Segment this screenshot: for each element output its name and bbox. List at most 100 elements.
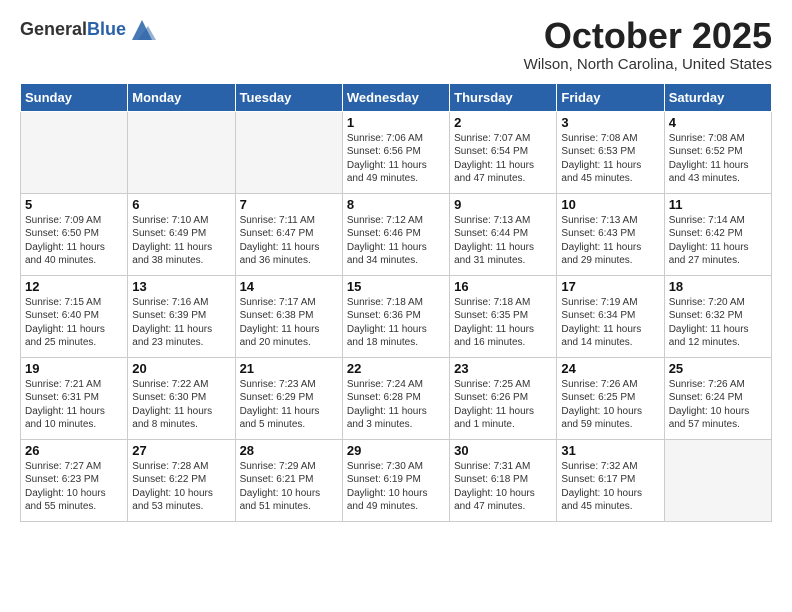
day-info: Sunrise: 7:16 AM Sunset: 6:39 PM Dayligh… [132, 296, 230, 350]
day-number: 5 [25, 197, 123, 212]
calendar-cell: 24 Sunrise: 7:26 AM Sunset: 6:25 PM Dayli… [557, 357, 664, 439]
weekday-header-monday: Monday [128, 83, 235, 111]
weekday-header-row: SundayMondayTuesdayWednesdayThursdayFrid… [21, 83, 772, 111]
day-info: Sunrise: 7:11 AM Sunset: 6:47 PM Dayligh… [240, 214, 338, 268]
calendar-cell: 3Sunrise: 7:08 AM Sunset: 6:53 PM Daylig… [557, 111, 664, 193]
day-info: Sunrise: 7:08 AM Sunset: 6:52 PM Dayligh… [669, 132, 767, 186]
month-title: October 2025 [524, 16, 772, 56]
day-number: 14 [240, 279, 338, 294]
day-number: 27 [132, 443, 230, 458]
day-number: 22 [347, 361, 445, 376]
calendar-cell: 21 Sunrise: 7:23 AM Sunset: 6:29 PM Dayli… [235, 357, 342, 439]
day-info: Sunrise: 7:18 AM Sunset: 6:36 PM Dayligh… [347, 296, 445, 350]
day-info: Sunrise: 7:30 AM Sunset: 6:19 PM Dayligh… [347, 460, 445, 514]
calendar-cell: 30Sunrise: 7:31 AM Sunset: 6:18 PM Dayli… [450, 439, 557, 521]
day-info: Sunrise: 7:24 AM Sunset: 6:28 PM Dayligh… [347, 378, 445, 432]
day-info: Sunrise: 7:23 AM Sunset: 6:29 PM Dayligh… [240, 378, 338, 432]
logo-text: GeneralBlue [20, 20, 126, 40]
logo-icon [128, 16, 156, 44]
day-number: 16 [454, 279, 552, 294]
day-info: Sunrise: 7:18 AM Sunset: 6:35 PM Dayligh… [454, 296, 552, 350]
day-number: 19 [25, 361, 123, 376]
calendar-cell [21, 111, 128, 193]
day-number: 21 [240, 361, 338, 376]
logo: GeneralBlue [20, 16, 156, 44]
day-number: 11 [669, 197, 767, 212]
day-info: Sunrise: 7:27 AM Sunset: 6:23 PM Dayligh… [25, 460, 123, 514]
calendar: SundayMondayTuesdayWednesdayThursdayFrid… [20, 83, 772, 522]
calendar-cell: 20 Sunrise: 7:22 AM Sunset: 6:30 PM Dayli… [128, 357, 235, 439]
day-number: 2 [454, 115, 552, 130]
calendar-cell: 8Sunrise: 7:12 AM Sunset: 6:46 PM Daylig… [342, 193, 449, 275]
day-info: Sunrise: 7:13 AM Sunset: 6:43 PM Dayligh… [561, 214, 659, 268]
day-info: Sunrise: 7:26 AM Sunset: 6:25 PM Dayligh… [561, 378, 659, 432]
calendar-cell: 12Sunrise: 7:15 AM Sunset: 6:40 PM Dayli… [21, 275, 128, 357]
day-number: 8 [347, 197, 445, 212]
calendar-cell: 15 Sunrise: 7:18 AM Sunset: 6:36 PM Dayli… [342, 275, 449, 357]
day-number: 18 [669, 279, 767, 294]
calendar-cell: 19 Sunrise: 7:21 AM Sunset: 6:31 PM Dayli… [21, 357, 128, 439]
day-number: 24 [561, 361, 659, 376]
calendar-cell: 17 Sunrise: 7:19 AM Sunset: 6:34 PM Dayli… [557, 275, 664, 357]
logo-blue: Blue [87, 19, 126, 39]
title-block: October 2025 Wilson, North Carolina, Uni… [524, 16, 772, 73]
day-number: 3 [561, 115, 659, 130]
day-info: Sunrise: 7:06 AM Sunset: 6:56 PM Dayligh… [347, 132, 445, 186]
calendar-cell: 29Sunrise: 7:30 AM Sunset: 6:19 PM Dayli… [342, 439, 449, 521]
day-info: Sunrise: 7:14 AM Sunset: 6:42 PM Dayligh… [669, 214, 767, 268]
weekday-header-sunday: Sunday [21, 83, 128, 111]
calendar-cell: 18 Sunrise: 7:20 AM Sunset: 6:32 PM Dayli… [664, 275, 771, 357]
day-number: 26 [25, 443, 123, 458]
calendar-week-3: 19 Sunrise: 7:21 AM Sunset: 6:31 PM Dayli… [21, 357, 772, 439]
day-info: Sunrise: 7:28 AM Sunset: 6:22 PM Dayligh… [132, 460, 230, 514]
day-info: Sunrise: 7:21 AM Sunset: 6:31 PM Dayligh… [25, 378, 123, 432]
calendar-week-0: 1 Sunrise: 7:06 AM Sunset: 6:56 PM Daylig… [21, 111, 772, 193]
logo-general: General [20, 19, 87, 39]
day-number: 7 [240, 197, 338, 212]
calendar-cell: 10 Sunrise: 7:13 AM Sunset: 6:43 PM Dayli… [557, 193, 664, 275]
calendar-week-1: 5 Sunrise: 7:09 AM Sunset: 6:50 PM Daylig… [21, 193, 772, 275]
day-number: 23 [454, 361, 552, 376]
day-number: 17 [561, 279, 659, 294]
day-number: 13 [132, 279, 230, 294]
day-number: 10 [561, 197, 659, 212]
calendar-cell: 28Sunrise: 7:29 AM Sunset: 6:21 PM Dayli… [235, 439, 342, 521]
calendar-cell [128, 111, 235, 193]
day-info: Sunrise: 7:22 AM Sunset: 6:30 PM Dayligh… [132, 378, 230, 432]
calendar-cell: 31Sunrise: 7:32 AM Sunset: 6:17 PM Dayli… [557, 439, 664, 521]
calendar-cell: 14Sunrise: 7:17 AM Sunset: 6:38 PM Dayli… [235, 275, 342, 357]
weekday-header-tuesday: Tuesday [235, 83, 342, 111]
location: Wilson, North Carolina, United States [524, 56, 772, 73]
day-info: Sunrise: 7:13 AM Sunset: 6:44 PM Dayligh… [454, 214, 552, 268]
weekday-header-friday: Friday [557, 83, 664, 111]
day-number: 15 [347, 279, 445, 294]
day-info: Sunrise: 7:20 AM Sunset: 6:32 PM Dayligh… [669, 296, 767, 350]
page: GeneralBlue October 2025 Wilson, North C… [0, 0, 792, 612]
day-info: Sunrise: 7:19 AM Sunset: 6:34 PM Dayligh… [561, 296, 659, 350]
day-number: 6 [132, 197, 230, 212]
day-number: 31 [561, 443, 659, 458]
day-info: Sunrise: 7:25 AM Sunset: 6:26 PM Dayligh… [454, 378, 552, 432]
calendar-cell: 1 Sunrise: 7:06 AM Sunset: 6:56 PM Daylig… [342, 111, 449, 193]
calendar-cell: 2 Sunrise: 7:07 AM Sunset: 6:54 PM Daylig… [450, 111, 557, 193]
day-info: Sunrise: 7:07 AM Sunset: 6:54 PM Dayligh… [454, 132, 552, 186]
calendar-cell: 5 Sunrise: 7:09 AM Sunset: 6:50 PM Daylig… [21, 193, 128, 275]
calendar-cell: 4Sunrise: 7:08 AM Sunset: 6:52 PM Daylig… [664, 111, 771, 193]
day-info: Sunrise: 7:09 AM Sunset: 6:50 PM Dayligh… [25, 214, 123, 268]
calendar-cell: 26 Sunrise: 7:27 AM Sunset: 6:23 PM Dayli… [21, 439, 128, 521]
calendar-cell [664, 439, 771, 521]
day-info: Sunrise: 7:26 AM Sunset: 6:24 PM Dayligh… [669, 378, 767, 432]
day-number: 20 [132, 361, 230, 376]
day-number: 12 [25, 279, 123, 294]
day-number: 1 [347, 115, 445, 130]
calendar-cell: 16 Sunrise: 7:18 AM Sunset: 6:35 PM Dayli… [450, 275, 557, 357]
day-number: 30 [454, 443, 552, 458]
calendar-week-4: 26 Sunrise: 7:27 AM Sunset: 6:23 PM Dayli… [21, 439, 772, 521]
calendar-cell: 13 Sunrise: 7:16 AM Sunset: 6:39 PM Dayli… [128, 275, 235, 357]
calendar-cell: 27 Sunrise: 7:28 AM Sunset: 6:22 PM Dayli… [128, 439, 235, 521]
calendar-cell: 23 Sunrise: 7:25 AM Sunset: 6:26 PM Dayli… [450, 357, 557, 439]
calendar-cell: 22 Sunrise: 7:24 AM Sunset: 6:28 PM Dayli… [342, 357, 449, 439]
weekday-header-wednesday: Wednesday [342, 83, 449, 111]
day-number: 25 [669, 361, 767, 376]
day-number: 9 [454, 197, 552, 212]
